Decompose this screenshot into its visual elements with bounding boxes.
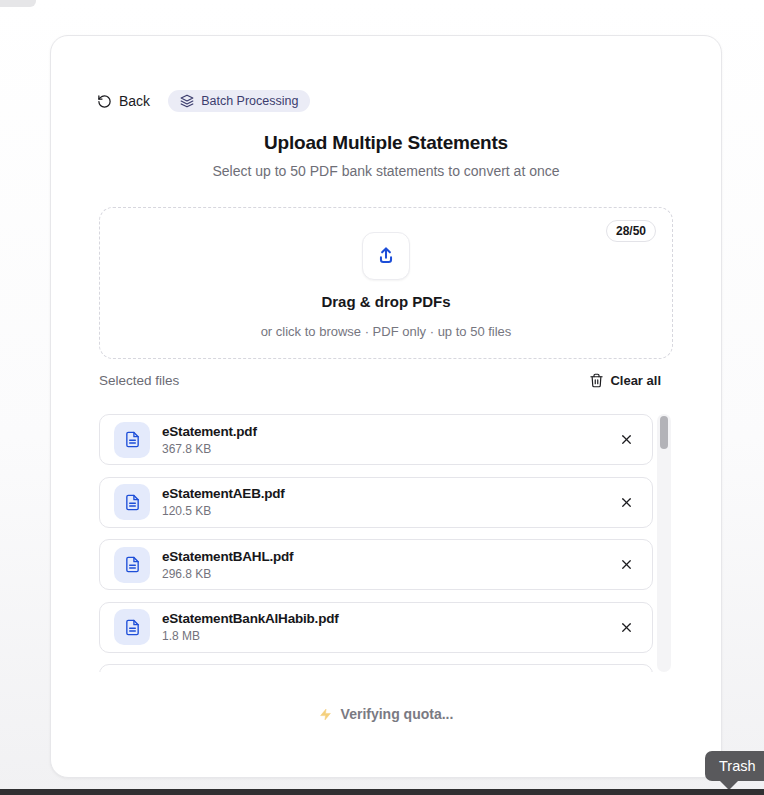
close-icon <box>619 620 634 635</box>
file-list-scrollbar[interactable] <box>657 414 671 672</box>
batch-processing-badge: Batch Processing <box>168 90 310 112</box>
close-icon <box>619 495 634 510</box>
file-row: eStatementAEB.pdf 120.5 KB <box>99 477 653 528</box>
trash-icon <box>589 373 604 388</box>
page-subtitle: Select up to 50 PDF bank statements to c… <box>99 163 673 179</box>
layers-icon <box>180 94 194 108</box>
clear-all-label: Clear all <box>610 373 661 388</box>
quota-status-text: Verifying quota... <box>341 706 454 722</box>
badge-label: Batch Processing <box>201 94 298 108</box>
file-meta: eStatement.pdf 367.8 KB <box>162 424 257 456</box>
files-header: Selected files Clear all <box>99 373 673 388</box>
file-count-badge: 28/50 <box>606 220 656 242</box>
dropzone-heading: Drag & drop PDFs <box>321 293 450 310</box>
screen-edge-strip <box>0 789 764 795</box>
file-name: eStatement.pdf <box>162 424 257 439</box>
file-row <box>99 664 653 672</box>
rotate-ccw-icon <box>97 94 112 109</box>
back-button[interactable]: Back <box>97 93 150 109</box>
dropzone[interactable]: 28/50 Drag & drop PDFs or click to brows… <box>99 207 673 359</box>
dropzone-hint: or click to browse · PDF only · up to 50… <box>261 324 512 339</box>
file-size: 1.8 MB <box>162 629 339 643</box>
file-meta: eStatementBankAlHabib.pdf 1.8 MB <box>162 611 339 643</box>
file-meta: eStatementAEB.pdf 120.5 KB <box>162 486 285 518</box>
file-name: eStatementBankAlHabib.pdf <box>162 611 339 626</box>
file-name: eStatementBAHL.pdf <box>162 549 293 564</box>
back-label: Back <box>119 93 150 109</box>
file-size: 120.5 KB <box>162 504 285 518</box>
scrollbar-thumb[interactable] <box>660 416 668 449</box>
remove-file-button[interactable] <box>617 618 636 637</box>
file-row: eStatementBankAlHabib.pdf 1.8 MB <box>99 602 653 653</box>
file-text-icon <box>124 494 141 511</box>
close-icon <box>619 432 634 447</box>
file-name: eStatementAEB.pdf <box>162 486 285 501</box>
file-row: eStatementBAHL.pdf 296.8 KB <box>99 539 653 590</box>
file-size: 296.8 KB <box>162 567 293 581</box>
file-text-icon <box>124 556 141 573</box>
trash-tooltip: Trash <box>705 751 764 781</box>
file-icon-box <box>114 547 150 583</box>
clear-all-button[interactable]: Clear all <box>589 373 661 388</box>
page-title: Upload Multiple Statements <box>99 132 673 154</box>
close-icon <box>619 557 634 572</box>
file-icon-box <box>114 422 150 458</box>
file-text-icon <box>124 619 141 636</box>
file-meta: eStatementBAHL.pdf 296.8 KB <box>162 549 293 581</box>
file-text-icon <box>124 431 141 448</box>
file-icon-box <box>114 484 150 520</box>
zap-icon <box>319 708 332 721</box>
scrollbar-remnant <box>0 0 36 7</box>
file-icon-box <box>114 609 150 645</box>
selected-files-label: Selected files <box>99 373 179 388</box>
file-size: 367.8 KB <box>162 442 257 456</box>
upload-icon-box <box>362 232 410 280</box>
trash-tooltip-label: Trash <box>719 758 756 774</box>
remove-file-button[interactable] <box>617 430 636 449</box>
page-background: Back Batch Processing Upload Multiple St… <box>0 0 764 795</box>
card-header: Back Batch Processing <box>99 90 673 112</box>
file-row: eStatement.pdf 367.8 KB <box>99 414 653 465</box>
remove-file-button[interactable] <box>617 493 636 512</box>
quota-status: Verifying quota... <box>99 706 673 722</box>
batch-upload-card: Back Batch Processing Upload Multiple St… <box>50 35 722 778</box>
file-list: eStatement.pdf 367.8 KB eStatementAEB.pdf 1… <box>99 414 673 672</box>
remove-file-button[interactable] <box>617 555 636 574</box>
upload-icon <box>375 245 397 267</box>
